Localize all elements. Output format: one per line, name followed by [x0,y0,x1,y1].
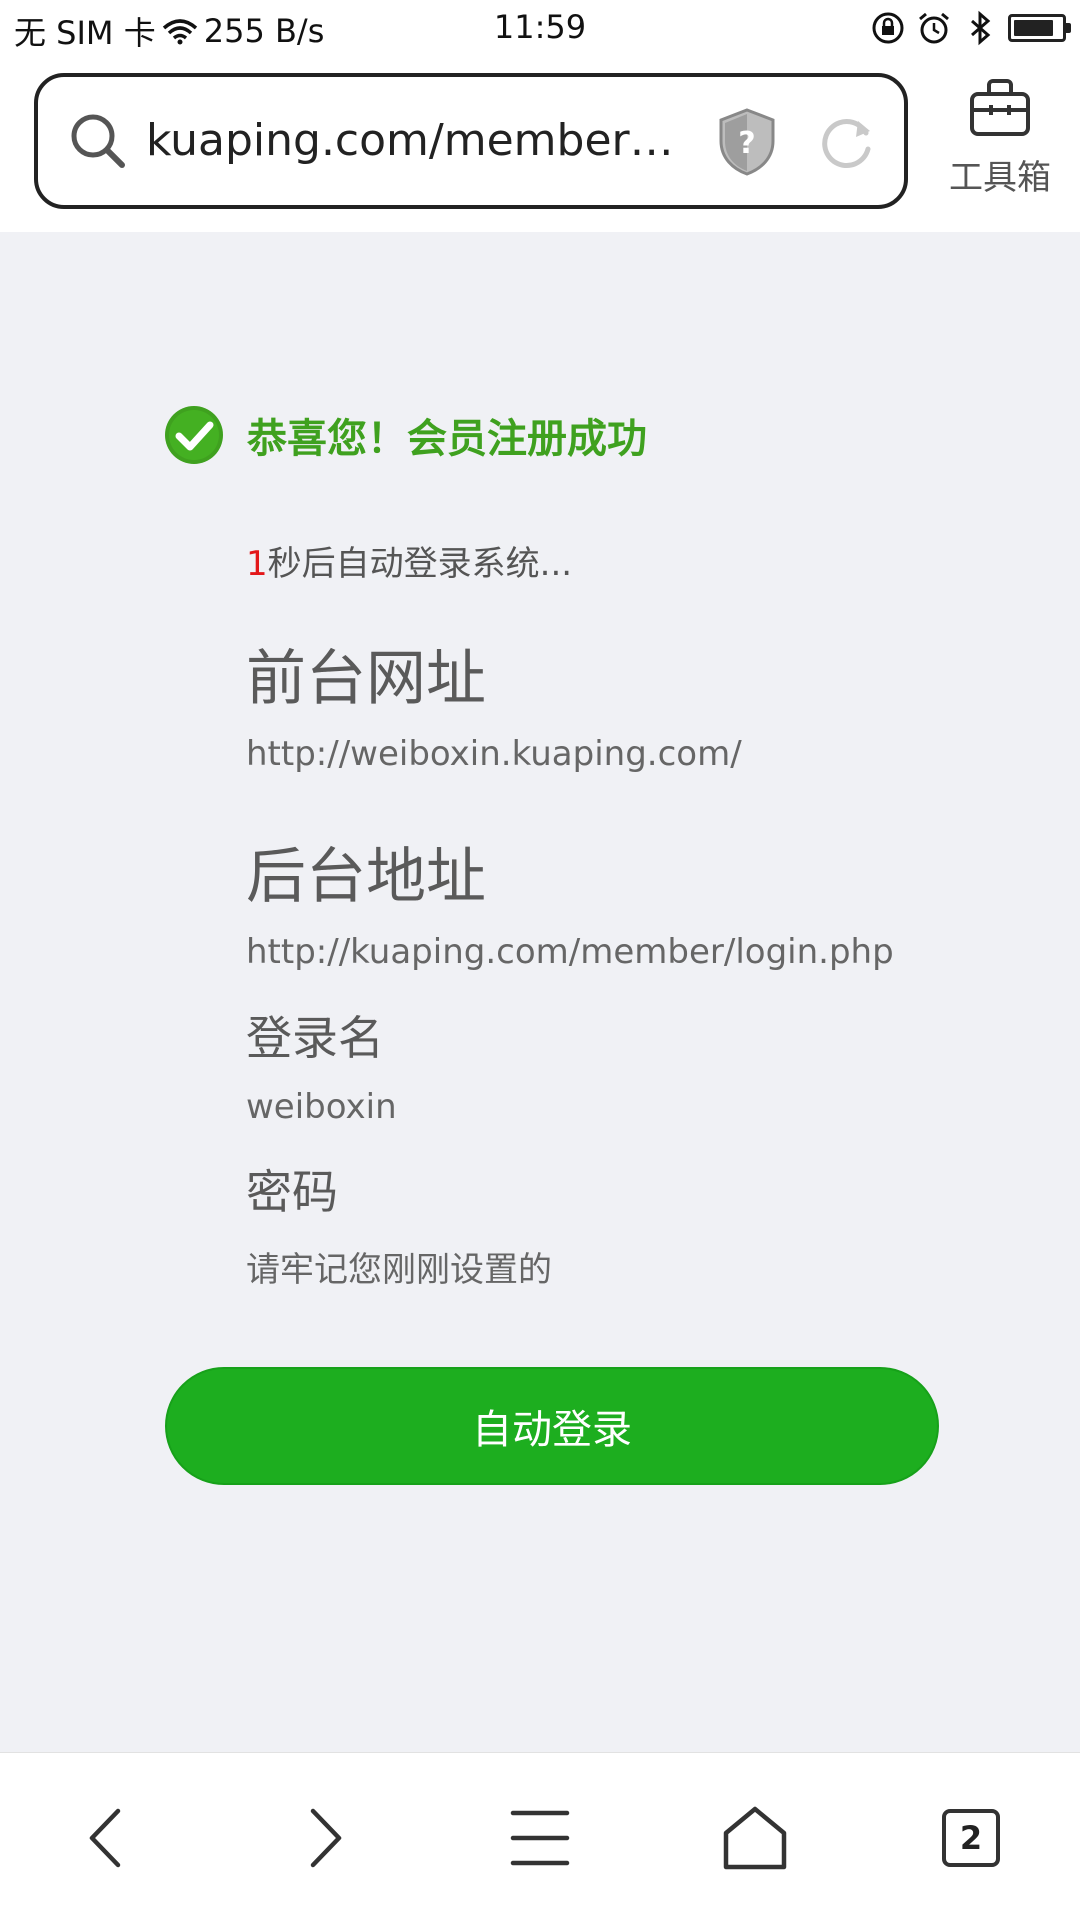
toolbox-icon [970,79,1030,136]
back-icon [89,1808,121,1868]
countdown-number: 1 [246,544,268,584]
tabs-icon: 2 [942,1809,1000,1867]
menu-button[interactable] [503,1801,577,1875]
password-hint: 请牢记您刚刚设置的 [246,1250,552,1290]
backend-label: 后台地址 [246,842,486,912]
login-name-value: weiboxin [246,1087,397,1127]
password-label: 密码 [246,1165,338,1219]
check-circle-icon [165,406,223,464]
battery-fill [1014,20,1054,36]
home-icon [723,1806,787,1870]
home-button[interactable] [718,1801,792,1875]
browser-toolbar: kuaping.com/member/sig... ? 工具箱 [0,56,1080,232]
svg-text:?: ? [738,126,755,161]
alarm-icon [919,12,949,44]
success-title: 恭喜您！会员注册成功 [247,416,647,462]
login-name-label: 登录名 [246,1011,384,1065]
countdown-message: 秒后自动登录系统... [267,544,573,584]
battery-icon [1008,14,1071,42]
search-icon[interactable] [68,111,128,171]
success-message: 恭喜您！会员注册成功 [163,404,647,466]
bottom-nav: 2 [0,1752,1080,1920]
orientation-lock-icon [872,12,904,44]
menu-icon [510,1810,570,1866]
address-bar[interactable]: kuaping.com/member/sig... ? [34,73,908,209]
countdown-text: 1秒后自动登录系统... [246,536,572,585]
tabs-button[interactable]: 2 [934,1801,1008,1875]
shield-question-icon[interactable]: ? [716,107,778,177]
backend-url: http://kuaping.com/member/login.php [246,932,894,972]
forward-icon [310,1808,342,1868]
auto-login-button[interactable]: 自动登录 [165,1367,939,1485]
forward-button[interactable] [287,1801,361,1875]
bluetooth-icon [971,10,991,46]
status-bar: 无 SIM 卡 255 B/s 11:59 [0,0,1080,56]
url-text[interactable]: kuaping.com/member/sig... [146,113,676,169]
page-content: 恭喜您！会员注册成功 1秒后自动登录系统... 前台网址 http://weib… [0,232,1080,1752]
frontend-label: 前台网址 [246,644,486,714]
toolbox-label: 工具箱 [949,158,1051,198]
frontend-url: http://weiboxin.kuaping.com/ [246,734,742,774]
refresh-icon[interactable] [818,113,876,171]
toolbox-button[interactable]: 工具箱 [940,74,1060,198]
back-button[interactable] [70,1801,144,1875]
status-right [870,8,1071,48]
